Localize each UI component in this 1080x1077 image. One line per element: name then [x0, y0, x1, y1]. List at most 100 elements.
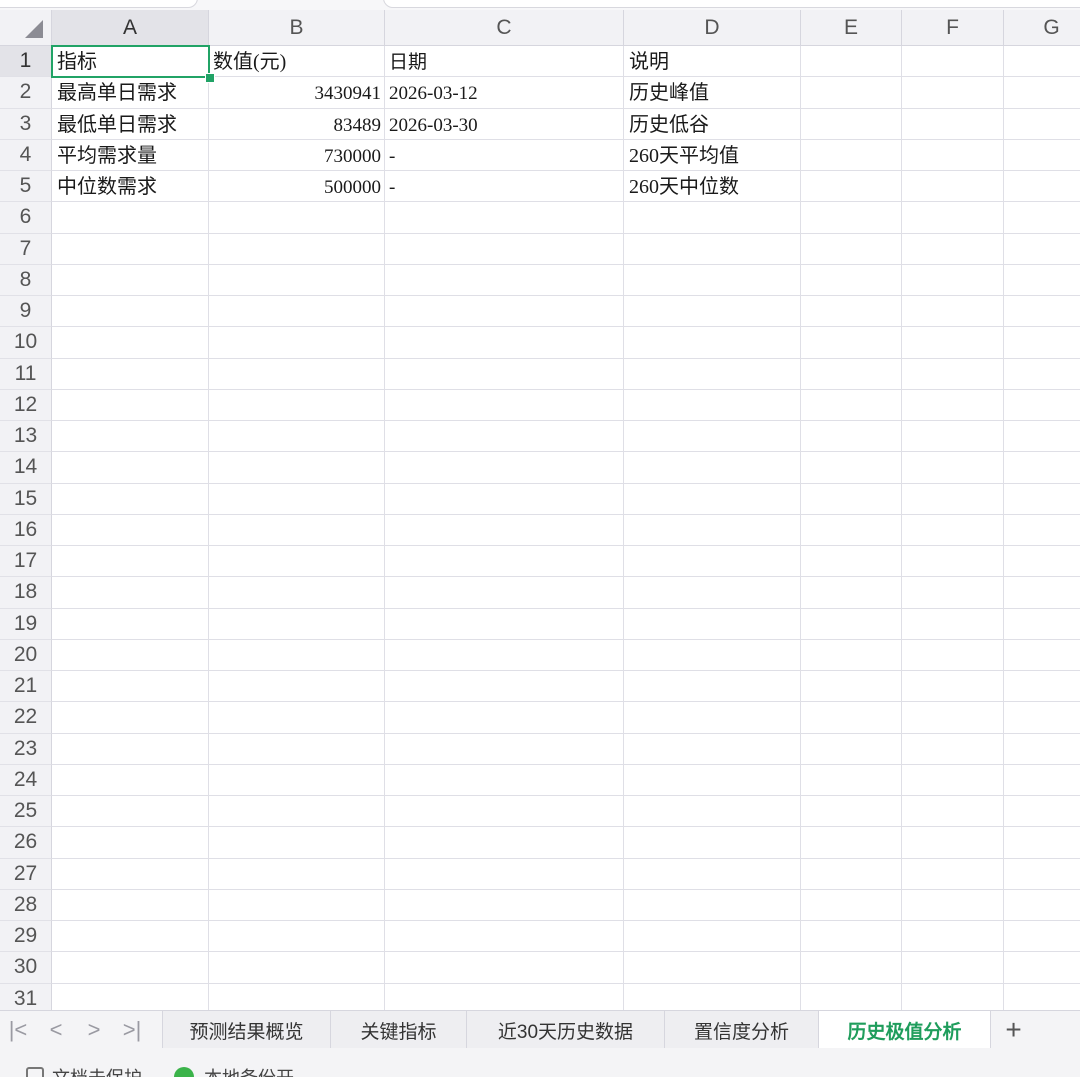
gridline-horizontal	[52, 545, 1080, 546]
row-header-25[interactable]: 25	[0, 796, 52, 828]
cell-b1[interactable]: 数值(元)	[209, 46, 385, 77]
row-header-30[interactable]: 30	[0, 952, 52, 984]
row-header-23[interactable]: 23	[0, 733, 52, 765]
row-header-13[interactable]: 13	[0, 421, 52, 453]
cell-a4[interactable]: 平均需求量	[52, 140, 209, 171]
gridline-horizontal	[52, 888, 1080, 890]
select-all-corner[interactable]	[0, 10, 52, 46]
row-header-27[interactable]: 27	[0, 858, 52, 890]
cell-b5[interactable]: 500000	[209, 171, 385, 202]
gridline-horizontal	[52, 951, 1080, 953]
row-header-19[interactable]: 19	[0, 608, 52, 640]
gridline-horizontal	[52, 826, 1080, 828]
shield-icon	[26, 1067, 44, 1077]
tab-key-metrics[interactable]: 关键指标	[330, 1011, 466, 1049]
gridline-horizontal	[52, 388, 1080, 390]
cell-d5[interactable]: 260天中位数	[624, 171, 801, 202]
gridline-horizontal	[52, 263, 1080, 265]
row-header-14[interactable]: 14	[0, 452, 52, 484]
backup-label: 本地备份开	[204, 1064, 294, 1077]
cell-c5[interactable]: -	[385, 171, 624, 202]
column-header-b[interactable]: B	[209, 10, 385, 46]
row-header-12[interactable]: 12	[0, 389, 52, 421]
column-header-e[interactable]: E	[801, 10, 902, 46]
row-header-6[interactable]: 6	[0, 202, 52, 234]
gridline-horizontal	[52, 670, 1080, 671]
row-header-10[interactable]: 10	[0, 327, 52, 359]
column-header-d[interactable]: D	[624, 10, 801, 46]
cell-a5[interactable]: 中位数需求	[52, 171, 209, 202]
cell-c1[interactable]: 日期	[385, 46, 624, 77]
cell-d1[interactable]: 说明	[624, 46, 801, 77]
prev-sheet-icon[interactable]: <	[38, 1011, 74, 1049]
column-header-a[interactable]: A	[52, 10, 209, 46]
gridline-horizontal	[52, 357, 1080, 359]
cell-d4[interactable]: 260天平均值	[624, 140, 801, 171]
formula-bar[interactable]	[383, 0, 1080, 8]
row-header-11[interactable]: 11	[0, 358, 52, 390]
row-header-28[interactable]: 28	[0, 889, 52, 921]
tab-confidence-analysis[interactable]: 置信度分析	[664, 1011, 818, 1049]
tab-history-extremes[interactable]: 历史极值分析	[818, 1011, 990, 1049]
row-header-31[interactable]: 31	[0, 983, 52, 1010]
toolbar-control-left[interactable]	[0, 0, 198, 8]
cell-b2[interactable]: 3430941	[209, 77, 385, 108]
row-header-3[interactable]: 3	[0, 108, 52, 140]
selection-box	[51, 45, 210, 78]
tab-history-30-days[interactable]: 近30天历史数据	[466, 1011, 664, 1049]
row-header-29[interactable]: 29	[0, 921, 52, 953]
cell-c2[interactable]: 2026-03-12	[385, 77, 624, 108]
row-header-15[interactable]: 15	[0, 483, 52, 515]
next-sheet-icon[interactable]: >	[76, 1011, 112, 1049]
gridline-horizontal	[52, 295, 1080, 296]
cell-b4[interactable]: 730000	[209, 140, 385, 171]
row-header-26[interactable]: 26	[0, 827, 52, 859]
row-header-8[interactable]: 8	[0, 264, 52, 296]
row-header-18[interactable]: 18	[0, 577, 52, 609]
cell-a2[interactable]: 最高单日需求	[52, 77, 209, 108]
row-header-2[interactable]: 2	[0, 77, 52, 109]
cell-c3[interactable]: 2026-03-30	[385, 109, 624, 140]
cell-d2[interactable]: 历史峰值	[624, 77, 801, 108]
cell-d3[interactable]: 历史低谷	[624, 109, 801, 140]
document-protection-status[interactable]: 文档未保护	[26, 1064, 142, 1077]
gridline-horizontal	[52, 732, 1080, 734]
tab-forecast-overview[interactable]: 预测结果概览	[162, 1011, 330, 1049]
fill-handle[interactable]	[205, 73, 215, 83]
column-header-c[interactable]: C	[385, 10, 624, 46]
row-header-22[interactable]: 22	[0, 702, 52, 734]
gridline-horizontal	[52, 420, 1080, 421]
row-header-20[interactable]: 20	[0, 639, 52, 671]
select-all-triangle-icon	[25, 20, 43, 38]
status-bar: 文档未保护 本地备份开	[0, 1048, 1080, 1077]
row-header-5[interactable]: 5	[0, 171, 52, 203]
column-header-f[interactable]: F	[902, 10, 1004, 46]
gridline-horizontal	[52, 326, 1080, 328]
row-header-4[interactable]: 4	[0, 139, 52, 171]
gridline-horizontal	[52, 857, 1080, 859]
column-header-g[interactable]: G	[1004, 10, 1080, 46]
gridline-horizontal	[52, 607, 1080, 609]
row-header-21[interactable]: 21	[0, 671, 52, 703]
cell-a3[interactable]: 最低单日需求	[52, 109, 209, 140]
row-header-16[interactable]: 16	[0, 514, 52, 546]
cell-b3[interactable]: 83489	[209, 109, 385, 140]
row-header-7[interactable]: 7	[0, 233, 52, 265]
gridline-horizontal	[52, 482, 1080, 484]
local-backup-status[interactable]: 本地备份开	[174, 1064, 294, 1077]
backup-on-icon	[174, 1067, 194, 1077]
first-sheet-icon[interactable]: |<	[0, 1011, 36, 1049]
gridline-horizontal	[52, 232, 1080, 234]
row-header-24[interactable]: 24	[0, 764, 52, 796]
spreadsheet-grid: A B C D E F G 1 2 3 4 5 6 7 8 9 10 11 12 13 14 15 16 17 18 19 20 21…	[0, 10, 1080, 1010]
row-header-17[interactable]: 17	[0, 546, 52, 578]
cell-c4[interactable]: -	[385, 140, 624, 171]
add-sheet-icon[interactable]: +	[990, 1011, 1036, 1049]
protection-label: 文档未保护	[52, 1064, 142, 1077]
row-header-9[interactable]: 9	[0, 296, 52, 328]
row-header-1[interactable]: 1	[0, 46, 52, 78]
last-sheet-icon[interactable]: >|	[114, 1011, 150, 1049]
gridline-horizontal	[52, 701, 1080, 703]
gridline-vertical	[901, 46, 902, 1010]
gridline-vertical	[1003, 46, 1004, 1010]
